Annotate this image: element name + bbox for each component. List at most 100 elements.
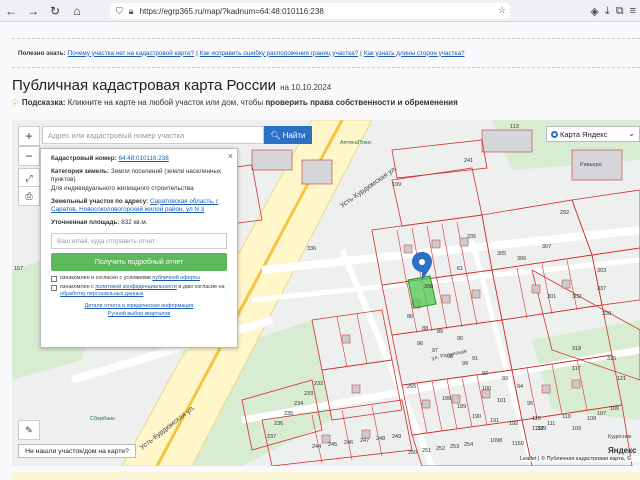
forward-icon[interactable]: → xyxy=(22,0,44,22)
pocket-icon[interactable]: ◈ xyxy=(590,5,598,18)
svg-text:248: 248 xyxy=(376,436,385,442)
svg-text:106: 106 xyxy=(610,406,619,412)
svg-text:336: 336 xyxy=(307,246,316,252)
svg-text:96: 96 xyxy=(417,341,423,347)
svg-text:АптекаПлюс: АптекаПлюс xyxy=(340,140,372,146)
svg-text:115: 115 xyxy=(532,416,541,422)
svg-text:305: 305 xyxy=(497,251,506,257)
reload-icon[interactable]: ↻ xyxy=(44,0,66,22)
svg-text:1098: 1098 xyxy=(490,438,502,444)
map-type-select[interactable]: Карта Яндекс ⌄ xyxy=(546,126,640,142)
yandex-logo: Яндекс xyxy=(608,446,637,455)
svg-text:247: 247 xyxy=(360,438,369,444)
svg-text:199: 199 xyxy=(392,182,401,188)
svg-text:253: 253 xyxy=(450,444,459,450)
bottom-strip xyxy=(12,472,640,480)
get-report-button[interactable]: Получить подробный отчет xyxy=(51,253,227,272)
svg-text:191: 191 xyxy=(490,418,499,424)
cadastral-map[interactable]: 335 305 306 307 302 303 301 320 318 315 121 117 … xyxy=(12,120,640,466)
svg-text:189: 189 xyxy=(457,404,466,410)
lock-icon: 🔒︎ xyxy=(128,5,134,16)
plot-info-popup: × Кадастровый номер: 64:48:010116:238 Ка… xyxy=(40,148,238,348)
page-date: на 10.10.2024 xyxy=(280,83,332,92)
svg-text:249: 249 xyxy=(392,434,401,440)
svg-text:338: 338 xyxy=(424,284,433,290)
svg-text:111: 111 xyxy=(547,421,555,427)
zoom-out-button[interactable]: − xyxy=(18,146,40,166)
download-icon[interactable]: ⤓ xyxy=(605,5,610,18)
email-input[interactable]: Ваш email, куда отправить отчет xyxy=(51,233,227,250)
svg-text:303: 303 xyxy=(597,268,606,274)
info-label: Полезно знать: xyxy=(18,49,66,57)
svg-text:307: 307 xyxy=(542,244,551,250)
svg-text:318: 318 xyxy=(572,346,581,352)
info-link-1[interactable]: Почему участка нет на кадастровой карте? xyxy=(68,50,194,57)
svg-text:99: 99 xyxy=(462,361,468,367)
report-details-link[interactable]: Детали отчета и юридическая информация xyxy=(85,303,194,309)
svg-text:246: 246 xyxy=(344,440,353,446)
svg-text:157: 157 xyxy=(14,266,23,272)
svg-text:234: 234 xyxy=(294,401,303,407)
svg-text:254: 254 xyxy=(464,442,473,448)
svg-text:110: 110 xyxy=(562,414,571,420)
chevron-down-icon: ⌄ xyxy=(628,129,635,138)
offer-checkbox[interactable]: ознакомлен и согласен с условиями публич… xyxy=(51,275,227,283)
svg-text:97: 97 xyxy=(432,348,438,354)
svg-text:101: 101 xyxy=(497,398,506,404)
cadnum-link[interactable]: 64:48:010116:238 xyxy=(119,155,169,162)
svg-text:108: 108 xyxy=(587,416,596,422)
back-icon[interactable]: ← xyxy=(0,0,22,22)
svg-text:Ривьера: Ривьера xyxy=(580,162,603,168)
menu-icon[interactable]: ≡ xyxy=(630,5,636,17)
svg-text:93: 93 xyxy=(502,376,508,382)
svg-text:100: 100 xyxy=(482,386,491,392)
svg-text:302: 302 xyxy=(572,294,581,300)
radio-icon xyxy=(551,130,558,138)
bookmark-star-icon[interactable]: ☆ xyxy=(498,5,506,16)
svg-text:250: 250 xyxy=(408,450,417,456)
svg-text:301: 301 xyxy=(547,294,556,300)
svg-text:245: 245 xyxy=(328,442,337,448)
useful-info-bar: Полезно знать: Почему участка нет на кад… xyxy=(12,38,640,68)
svg-text:107: 107 xyxy=(597,411,606,417)
svg-text:90: 90 xyxy=(457,336,463,342)
svg-text:188: 188 xyxy=(442,396,451,402)
svg-text:252: 252 xyxy=(436,446,445,452)
svg-text:92: 92 xyxy=(482,371,488,377)
search-button[interactable]: 🔍︎ Найти xyxy=(264,126,312,144)
privacy-checkbox[interactable]: ознакомлен с политикой конфиденциальност… xyxy=(51,284,227,298)
fullscreen-icon[interactable]: ⤢ xyxy=(18,168,40,188)
svg-text:251: 251 xyxy=(422,448,431,454)
svg-text:121: 121 xyxy=(617,376,626,382)
svg-text:255: 255 xyxy=(407,384,416,390)
address-bar[interactable]: ⛉ 🔒︎ https://egrp365.ru/map/?kadnum=64:4… xyxy=(110,3,510,19)
info-link-2[interactable]: Как исправить ошибку расположения границ… xyxy=(200,50,358,57)
ruler-icon[interactable]: ✎ xyxy=(18,420,40,440)
svg-text:91: 91 xyxy=(472,356,478,362)
print-icon[interactable]: ⎙ xyxy=(18,186,40,206)
svg-text:95: 95 xyxy=(527,401,533,407)
svg-text:306: 306 xyxy=(517,256,526,262)
svg-text:335: 335 xyxy=(467,234,476,240)
manual-select-link[interactable]: Ручной выбор кварталов xyxy=(108,311,170,317)
close-icon[interactable]: × xyxy=(228,151,233,161)
svg-text:233: 233 xyxy=(304,391,313,397)
zoom-in-button[interactable]: + xyxy=(18,126,40,146)
info-link-3[interactable]: Как узнать длины сторон участка? xyxy=(364,50,465,57)
svg-text:Кудесник: Кудесник xyxy=(608,434,632,440)
search-icon: 🔍︎ xyxy=(270,130,281,140)
svg-text:235: 235 xyxy=(284,411,293,417)
svg-text:236: 236 xyxy=(274,421,283,427)
address-search-input[interactable]: Адрес или кадастровый номер участка xyxy=(42,126,264,144)
svg-text:113: 113 xyxy=(510,124,519,130)
svg-text:Сбербанк: Сбербанк xyxy=(90,416,115,422)
svg-text:117: 117 xyxy=(572,366,581,372)
not-found-button[interactable]: Не нашли участок/дом на карте? xyxy=(18,444,136,458)
svg-text:88: 88 xyxy=(422,326,428,332)
page-title: Публичная кадастровая карта России на 10… xyxy=(12,77,332,94)
svg-text:232: 232 xyxy=(314,381,323,387)
extensions-icon[interactable]: ⧉ xyxy=(616,5,624,18)
svg-text:192: 192 xyxy=(509,421,518,427)
home-icon[interactable]: ⌂ xyxy=(66,0,88,22)
shield-icon: ⛉ xyxy=(116,5,123,16)
